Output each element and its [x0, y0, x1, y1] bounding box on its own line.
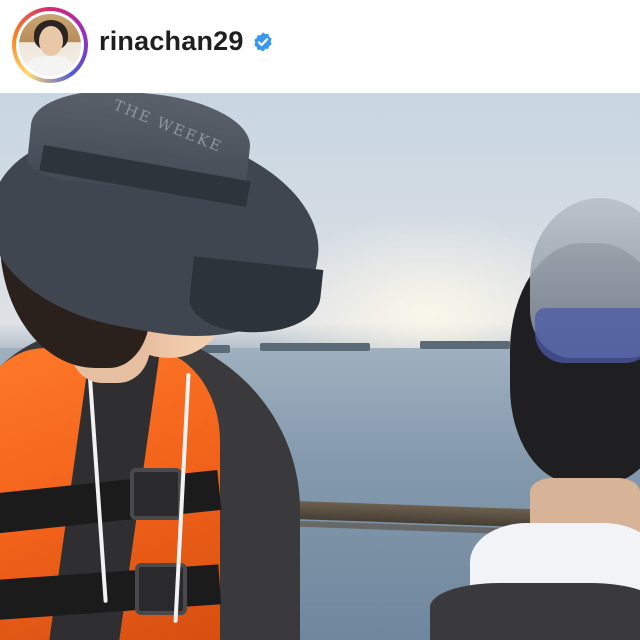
avatar-face-shape — [39, 26, 63, 56]
child-life-vest — [430, 583, 640, 640]
avatar-image — [19, 14, 81, 76]
avatar-shirt-shape — [27, 56, 73, 76]
username[interactable]: rinachan29 — [99, 26, 244, 57]
vest-buckle-upper — [130, 468, 182, 520]
avatar[interactable] — [16, 11, 84, 79]
verified-badge-icon — [254, 32, 272, 52]
post-header: rinachan29 — [0, 0, 640, 93]
story-ring[interactable] — [12, 7, 88, 83]
child-helmet-visor — [535, 308, 640, 363]
distant-boats — [180, 339, 540, 359]
post-photo[interactable]: THE WEEKE — [0, 93, 640, 640]
